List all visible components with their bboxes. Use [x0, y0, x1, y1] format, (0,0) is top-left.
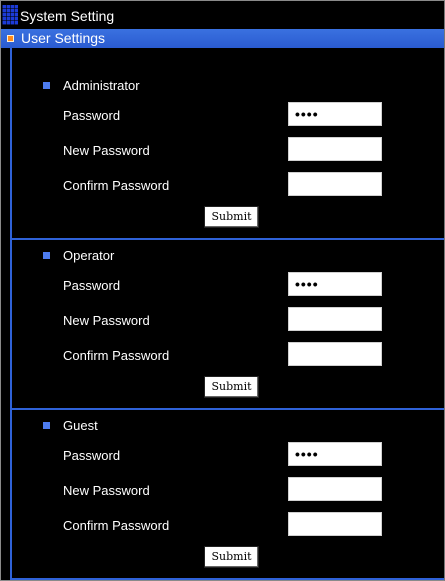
password-label: Password [63, 108, 121, 123]
confirm-password-field[interactable] [288, 512, 382, 536]
confirm-password-label: Confirm Password [63, 518, 170, 533]
submit-button[interactable]: Submit [204, 206, 259, 228]
confirm-password-label: Confirm Password [63, 178, 170, 193]
grid-icon [2, 5, 18, 25]
account-block-guest: Guest Password •••• New Password Confirm… [1, 410, 444, 580]
new-password-field[interactable] [288, 137, 382, 161]
confirm-password-label: Confirm Password [63, 348, 170, 363]
settings-panel: System Setting User Settings Administrat… [0, 0, 445, 581]
blue-square-bullet-icon [43, 252, 50, 259]
account-name: Operator [63, 248, 115, 263]
section-header-user-settings: User Settings [1, 29, 444, 48]
submit-button[interactable]: Submit [204, 376, 259, 398]
section-divider [10, 578, 444, 580]
password-field[interactable]: •••• [288, 102, 382, 126]
account-name: Guest [63, 418, 98, 433]
new-password-label: New Password [63, 143, 150, 158]
account-block-operator: Operator Password •••• New Password Conf… [1, 240, 444, 410]
new-password-label: New Password [63, 483, 150, 498]
submit-button[interactable]: Submit [204, 546, 259, 568]
confirm-password-field[interactable] [288, 342, 382, 366]
account-block-administrator: Administrator Password •••• New Password… [1, 48, 444, 228]
orange-square-bullet-icon [7, 35, 14, 42]
password-label: Password [63, 278, 121, 293]
new-password-label: New Password [63, 313, 150, 328]
password-field[interactable]: •••• [288, 272, 382, 296]
account-name: Administrator [63, 78, 140, 93]
section-title: User Settings [21, 30, 106, 46]
new-password-field[interactable] [288, 477, 382, 501]
blue-square-bullet-icon [43, 422, 50, 429]
title-bar: System Setting [1, 1, 444, 29]
password-label: Password [63, 448, 121, 463]
password-field[interactable]: •••• [288, 442, 382, 466]
page-title: System Setting [20, 8, 115, 24]
blue-square-bullet-icon [43, 82, 50, 89]
confirm-password-field[interactable] [288, 172, 382, 196]
new-password-field[interactable] [288, 307, 382, 331]
